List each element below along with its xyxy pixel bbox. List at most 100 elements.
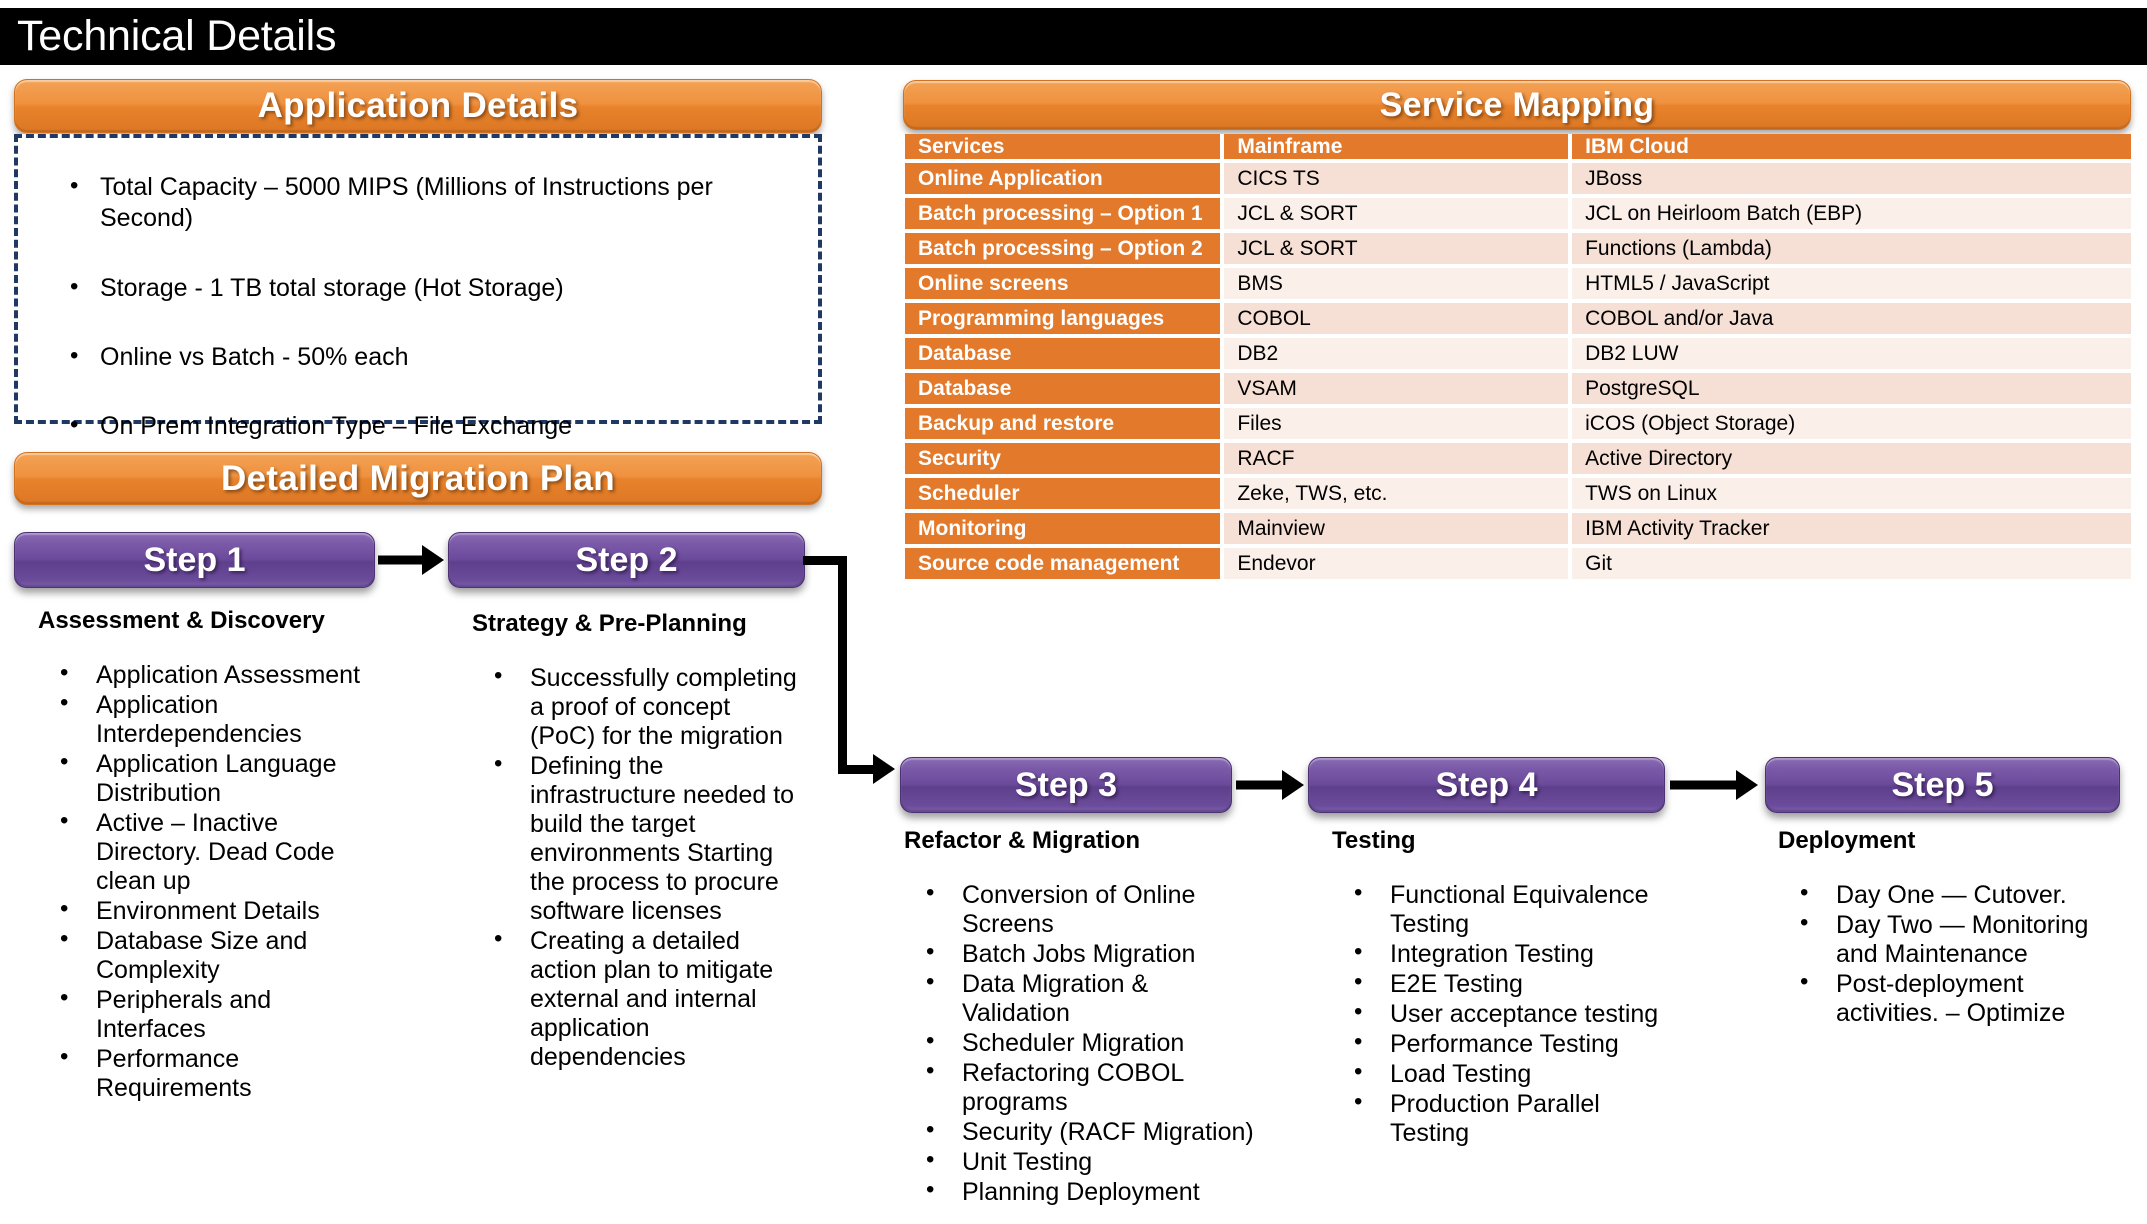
step-3-bullet: Batch Jobs Migration (904, 938, 1254, 969)
elbow-connector-icon-step2-step3 (803, 556, 903, 788)
table-row: Security RACF Active Directory (905, 443, 2131, 478)
step-3-bullet: Scheduler Migration (904, 1027, 1254, 1058)
table-row: Backup and restore Files iCOS (Object Stor… (905, 408, 2131, 443)
arrow-head (1282, 770, 1304, 800)
column-header-ibm-cloud: IBM Cloud (1572, 134, 2131, 163)
table-row: Batch processing – Option 2 JCL & SORT Fun… (905, 233, 2131, 268)
cell-mainframe: Files (1224, 408, 1569, 443)
cell-ibm-cloud: COBOL and/or Java (1572, 303, 2131, 338)
step-2-pill[interactable]: Step 2 (448, 532, 805, 588)
step-5-bullet: Post-deployment activities. – Optimize (1778, 968, 2118, 1028)
step-1-bullet: Active – Inactive Directory. Dead Code c… (38, 807, 368, 896)
service-mapping-table-body: Online Application CICS TS JBoss Batch proc… (905, 163, 2131, 583)
arrow-shaft (378, 555, 426, 565)
arrow-right-icon-step4-step5 (1670, 770, 1764, 800)
arrow-head (422, 545, 444, 575)
step-5-bullet: Day Two — Monitoring and Maintenance (1778, 909, 2118, 969)
cell-ibm-cloud: JBoss (1572, 163, 2131, 198)
table-row: Monitoring Mainview IBM Activity Tracker (905, 513, 2131, 548)
step-1-bullet: Application Assessment (38, 659, 368, 690)
table-row: Database DB2 DB2 LUW (905, 338, 2131, 373)
cell-mainframe: CICS TS (1224, 163, 1569, 198)
table-row: Online Application CICS TS JBoss (905, 163, 2131, 198)
step-3-bullet-list: Conversion of Online ScreensBatch Jobs M… (904, 879, 1254, 1207)
migration-plan-banner-label: Detailed Migration Plan (221, 458, 615, 498)
cell-ibm-cloud: TWS on Linux (1572, 478, 2131, 513)
step-4-bullet: E2E Testing (1332, 968, 1682, 999)
step-3-bullet: Planning Deployment (904, 1176, 1254, 1207)
step-2-bullet: Creating a detailed action plan to mitig… (472, 925, 802, 1072)
cell-service: Source code management (905, 548, 1221, 583)
step-2-label: Step 2 (575, 540, 678, 579)
step-5-body: Deployment Day One — Cutover.Day Two — M… (1778, 827, 2118, 1029)
service-mapping-table: Services Mainframe IBM Cloud Online Appl… (905, 134, 2131, 583)
step-4-bullet: Performance Testing (1332, 1028, 1682, 1059)
cell-service: Batch processing – Option 2 (905, 233, 1221, 268)
cell-ibm-cloud: IBM Activity Tracker (1572, 513, 2131, 548)
step-4-bullet: Production Parallel Testing (1332, 1088, 1682, 1148)
step-2-bullet: Defining the infrastructure needed to bu… (472, 750, 802, 926)
application-details-bullet: Total Capacity – 5000 MIPS (Millions of … (28, 171, 808, 235)
step-3-label: Step 3 (1014, 765, 1118, 804)
step-1-bullet: Application Language Distribution (38, 748, 368, 808)
step-1-subtitle: Assessment & Discovery (38, 607, 325, 634)
step-3-subtitle: Refactor & Migration (904, 827, 1141, 854)
step-1-bullet: Application Interdependencies (38, 689, 368, 749)
step-5-pill[interactable]: Step 5 (1765, 757, 2120, 813)
cell-service: Monitoring (905, 513, 1221, 548)
cell-service: Security (905, 443, 1221, 478)
table-row: Online screens BMS HTML5 / JavaScript (905, 268, 2131, 303)
step-4-bullet-list: Functional Equivalence TestingIntegratio… (1332, 879, 1682, 1148)
step-3-bullet: Refactoring COBOL programs (904, 1057, 1254, 1117)
arrow-head (873, 754, 895, 784)
step-5-bullet-list: Day One — Cutover.Day Two — Monitoring a… (1778, 879, 2118, 1028)
cell-service: Online Application (905, 163, 1221, 198)
cell-mainframe: JCL & SORT (1224, 198, 1569, 233)
step-2-body: Strategy & Pre-Planning Successfully com… (472, 610, 802, 1073)
application-details-bullet: On Prem Integration Type – File Exchange (28, 410, 808, 442)
step-1-bullet: Performance Requirements (38, 1043, 368, 1103)
step-1-bullet: Environment Details (38, 895, 368, 926)
step-4-subtitle: Testing (1332, 827, 1416, 854)
cell-service: Programming languages (905, 303, 1221, 338)
step-3-bullet: Security (RACF Migration) (904, 1116, 1254, 1147)
step-1-bullet-list: Application AssessmentApplication Interd… (38, 659, 368, 1103)
application-details-bullet-list: Total Capacity – 5000 MIPS (Millions of … (28, 171, 808, 442)
arrow-shaft (1670, 780, 1738, 790)
table-row: Batch processing – Option 1 JCL & SORT JCL… (905, 198, 2131, 233)
application-details-bullet: Online vs Batch - 50% each (28, 341, 808, 373)
slide-title-bar: Technical Details (0, 8, 2147, 65)
cell-mainframe: Mainview (1224, 513, 1569, 548)
cell-mainframe: Zeke, TWS, etc. (1224, 478, 1569, 513)
table-row: Scheduler Zeke, TWS, etc. TWS on Linux (905, 478, 2131, 513)
application-details-banner-label: Application Details (257, 86, 579, 125)
step-1-pill[interactable]: Step 1 (14, 532, 375, 588)
step-1-body: Assessment & Discovery Application Asses… (38, 607, 368, 1104)
cell-mainframe: JCL & SORT (1224, 233, 1569, 268)
cell-service: Scheduler (905, 478, 1221, 513)
column-header-services: Services (905, 134, 1221, 163)
cell-mainframe: VSAM (1224, 373, 1569, 408)
service-mapping-banner-label: Service Mapping (1379, 85, 1655, 124)
slide-canvas: Technical Details Application Details To… (0, 0, 2147, 1224)
step-3-pill[interactable]: Step 3 (900, 757, 1232, 813)
step-4-pill[interactable]: Step 4 (1308, 757, 1665, 813)
step-2-subtitle: Strategy & Pre-Planning (472, 610, 747, 637)
table-row: Database VSAM PostgreSQL (905, 373, 2131, 408)
step-1-label: Step 1 (143, 540, 246, 579)
table-header-row: Services Mainframe IBM Cloud (905, 134, 2131, 163)
step-4-label: Step 4 (1435, 765, 1538, 804)
cell-mainframe: COBOL (1224, 303, 1569, 338)
column-header-mainframe: Mainframe (1224, 134, 1569, 163)
cell-ibm-cloud: Functions (Lambda) (1572, 233, 2131, 268)
arrow-head (1736, 770, 1758, 800)
step-2-bullet: Successfully completing a proof of conce… (472, 662, 802, 751)
step-2-bullet-list: Successfully completing a proof of conce… (472, 662, 802, 1072)
cell-ibm-cloud: Git (1572, 548, 2131, 583)
cell-service: Database (905, 373, 1221, 408)
arrow-shaft (1236, 780, 1284, 790)
service-mapping-banner: Service Mapping (903, 80, 2131, 130)
step-5-bullet: Day One — Cutover. (1778, 879, 2118, 910)
cell-ibm-cloud: HTML5 / JavaScript (1572, 268, 2131, 303)
cell-mainframe: BMS (1224, 268, 1569, 303)
